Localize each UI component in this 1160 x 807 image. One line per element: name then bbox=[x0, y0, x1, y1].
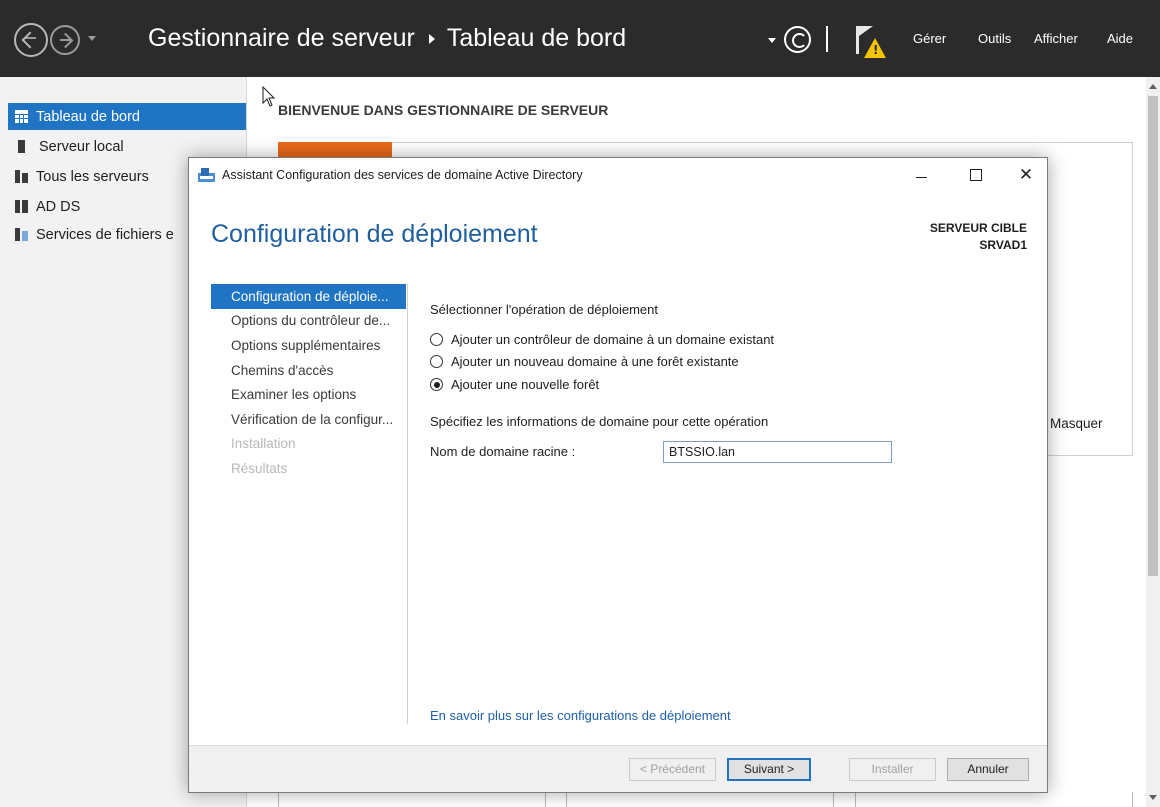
menu-aide[interactable]: Aide bbox=[1107, 31, 1133, 46]
dashboard-tile bbox=[566, 792, 834, 807]
breadcrumb: Gestionnaire de serveur Tableau de bord bbox=[148, 24, 626, 53]
close-icon[interactable]: ✕ bbox=[1011, 160, 1041, 190]
scroll-up-icon[interactable] bbox=[1149, 84, 1157, 89]
dialog-title: Assistant Configuration des services de … bbox=[222, 168, 583, 182]
dashboard-tile bbox=[278, 792, 546, 807]
root-domain-input[interactable] bbox=[663, 441, 892, 463]
install-button[interactable]: Installer bbox=[849, 758, 936, 781]
ad-ds-icon bbox=[15, 200, 28, 213]
topbar-divider bbox=[826, 26, 828, 52]
server-icon bbox=[18, 140, 25, 153]
target-server-label: SERVEUR CIBLE bbox=[929, 221, 1027, 235]
ad-ds-wizard-icon bbox=[198, 168, 215, 182]
sidebar-item-dashboard[interactable]: Tableau de bord bbox=[8, 103, 246, 130]
target-server-name: SRVAD1 bbox=[979, 238, 1027, 252]
radio-button[interactable] bbox=[430, 355, 443, 368]
step-review-options[interactable]: Examiner les options bbox=[211, 382, 406, 407]
sidebar-item-label: Tous les serveurs bbox=[36, 168, 149, 185]
step-results: Résultats bbox=[231, 460, 288, 476]
option-add-new-forest[interactable]: Ajouter une nouvelle forêt bbox=[430, 377, 599, 392]
forward-arrow-icon[interactable] bbox=[50, 25, 80, 55]
minimize-button[interactable] bbox=[907, 160, 937, 190]
menu-afficher[interactable]: Afficher bbox=[1034, 31, 1078, 46]
dashboard-icon bbox=[15, 110, 28, 123]
scrollbar-thumb[interactable] bbox=[1148, 96, 1158, 576]
sidebar-item-label: Services de fichiers e bbox=[36, 226, 174, 243]
ad-ds-configuration-wizard: Assistant Configuration des services de … bbox=[188, 157, 1048, 793]
radio-label[interactable]: Ajouter un contrôleur de domaine à un do… bbox=[451, 332, 774, 347]
option-add-dc-existing-domain[interactable]: Ajouter un contrôleur de domaine à un do… bbox=[430, 332, 774, 347]
breadcrumb-page[interactable]: Tableau de bord bbox=[447, 24, 626, 53]
sidebar-item-local-server[interactable]: Serveur local bbox=[8, 133, 246, 160]
page-title: Configuration de déploiement bbox=[211, 220, 538, 248]
nav-history-dropdown-icon[interactable] bbox=[88, 36, 96, 41]
option-add-domain-existing-forest[interactable]: Ajouter un nouveau domaine à une forêt e… bbox=[430, 354, 739, 369]
next-button[interactable]: Suivant > bbox=[727, 758, 811, 781]
notification-flag-icon[interactable]: ! bbox=[850, 22, 890, 62]
servers-icon bbox=[15, 170, 28, 183]
back-arrow-icon[interactable] bbox=[14, 23, 48, 57]
domain-info-label: Spécifiez les informations de domaine po… bbox=[430, 414, 769, 429]
root-domain-label: Nom de domaine racine : bbox=[430, 444, 576, 459]
dialog-title-bar[interactable]: Assistant Configuration des services de … bbox=[189, 158, 1047, 192]
cancel-button[interactable]: Annuler bbox=[947, 758, 1029, 781]
breadcrumb-app[interactable]: Gestionnaire de serveur bbox=[148, 24, 415, 53]
file-services-icon bbox=[15, 228, 28, 241]
breadcrumb-separator-icon bbox=[428, 33, 435, 44]
steps-divider bbox=[407, 284, 408, 724]
sidebar-item-label: AD DS bbox=[36, 198, 81, 215]
select-operation-label: Sélectionner l'opération de déploiement bbox=[430, 302, 658, 317]
menu-gerer[interactable]: Gérer bbox=[913, 31, 946, 46]
sidebar-item-label: Serveur local bbox=[39, 138, 124, 155]
step-paths[interactable]: Chemins d'accès bbox=[211, 358, 406, 383]
refresh-icon[interactable] bbox=[784, 26, 811, 53]
dialog-footer: < Précédent Suivant > Installer Annuler bbox=[189, 745, 1047, 792]
previous-button[interactable]: < Précédent bbox=[629, 758, 716, 781]
scroll-down-icon[interactable] bbox=[1149, 795, 1157, 800]
title-bar: Gestionnaire de serveur Tableau de bord … bbox=[0, 0, 1160, 77]
menu-outils[interactable]: Outils bbox=[978, 31, 1011, 46]
hide-link[interactable]: Masquer bbox=[1050, 416, 1103, 431]
radio-button-selected[interactable] bbox=[430, 378, 443, 391]
maximize-button[interactable] bbox=[961, 160, 991, 190]
radio-label[interactable]: Ajouter une nouvelle forêt bbox=[451, 377, 599, 392]
learn-more-link[interactable]: En savoir plus sur les configurations de… bbox=[430, 708, 731, 723]
breadcrumb-dropdown-icon[interactable] bbox=[768, 38, 776, 43]
step-deployment-configuration[interactable]: Configuration de déploie... bbox=[211, 284, 406, 309]
target-server: SERVEUR CIBLE SRVAD1 bbox=[930, 220, 1027, 254]
radio-label[interactable]: Ajouter un nouveau domaine à une forêt e… bbox=[451, 354, 739, 369]
step-prerequisites-check[interactable]: Vérification de la configur... bbox=[211, 407, 406, 432]
sidebar-item-label: Tableau de bord bbox=[36, 108, 140, 125]
wizard-steps: Configuration de déploie... Options du c… bbox=[211, 284, 406, 481]
step-installation: Installation bbox=[231, 436, 296, 452]
step-dc-options[interactable]: Options du contrôleur de... bbox=[211, 309, 406, 334]
dashboard-tile bbox=[855, 792, 1133, 807]
radio-button[interactable] bbox=[430, 333, 443, 346]
welcome-title: BIENVENUE DANS GESTIONNAIRE DE SERVEUR bbox=[278, 102, 609, 118]
step-additional-options[interactable]: Options supplémentaires bbox=[211, 333, 406, 358]
